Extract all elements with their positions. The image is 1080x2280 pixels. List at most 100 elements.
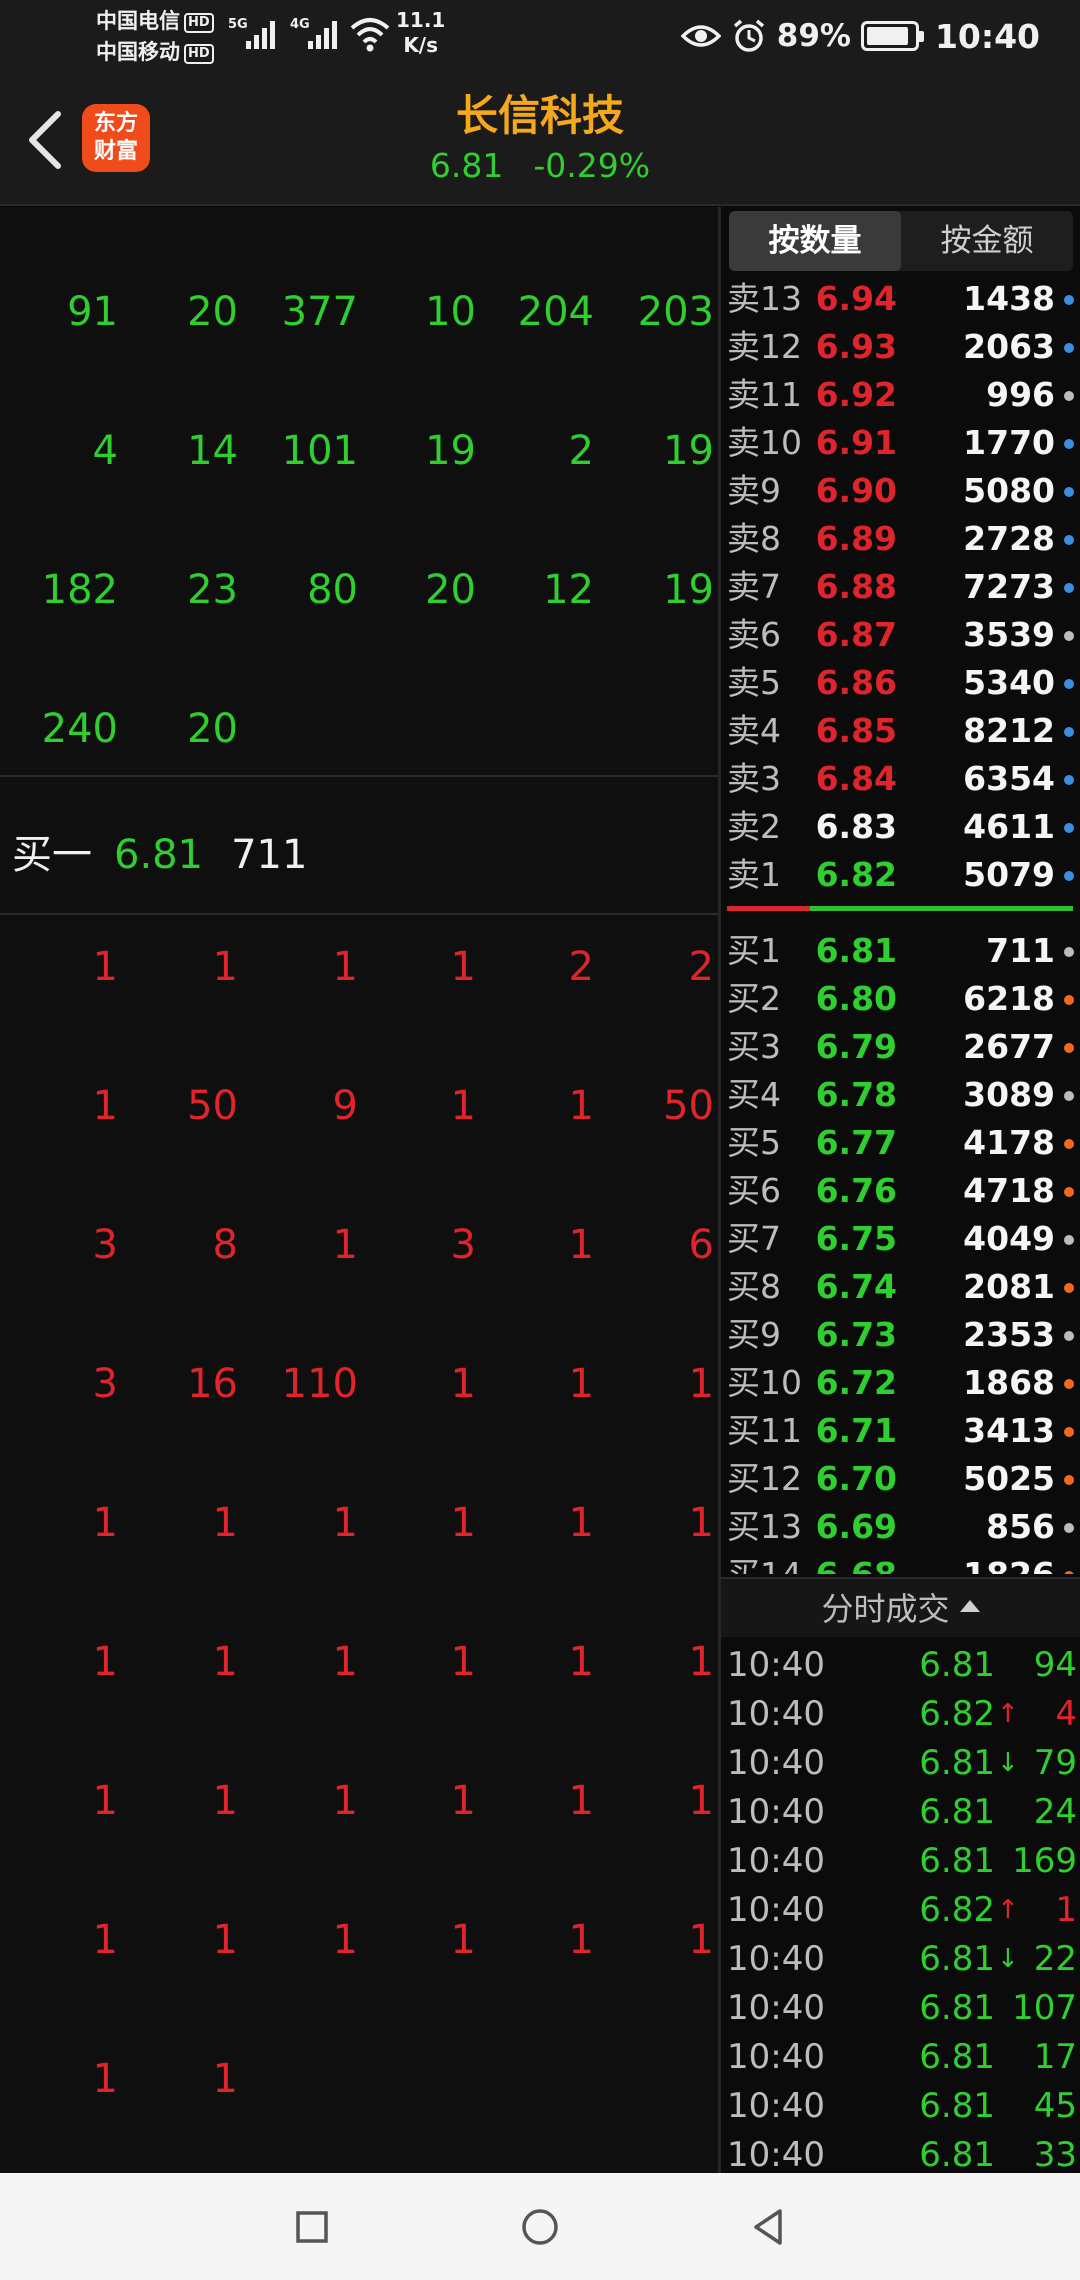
order-dot-icon xyxy=(1064,487,1074,497)
sell-queue-cell: 203 xyxy=(637,289,714,335)
buy-queue-cell: 1 xyxy=(450,1500,476,1546)
buy-queue-cell: 1 xyxy=(92,1083,118,1129)
recents-square-icon[interactable] xyxy=(282,2199,342,2255)
tick-row: 10:40 6.81 ↓ 79 xyxy=(727,1739,1077,1788)
bid-level[interactable]: 买146.681826 xyxy=(727,1551,1077,1574)
ask-level-price: 6.84 xyxy=(815,759,897,798)
tick-price: 6.81 xyxy=(919,1743,995,1783)
buy-queue-cell: 1 xyxy=(92,1917,118,1963)
tab-by-amount[interactable]: 按金额 xyxy=(901,211,1073,271)
ask-level[interactable]: 卖13 6.94 1438 xyxy=(727,275,1077,323)
bid-levels[interactable]: 买1 6.81 711 买2 6.80 6218 买3 6.79 2677 买4 6.78 3089 买… xyxy=(727,927,1077,1574)
tick-trades-header[interactable]: 分时成交 xyxy=(721,1577,1080,1637)
bid-level-label: 买6 xyxy=(727,1171,781,1210)
ask-level-price: 6.85 xyxy=(815,711,897,750)
buy-queue-cell: 3 xyxy=(92,1222,118,1268)
bid-level[interactable]: 买12 6.70 5025 xyxy=(727,1455,1077,1503)
buy-queue-cell: 6 xyxy=(688,1222,714,1268)
sell-queue-cell: 240 xyxy=(41,706,118,752)
buy-queue-grid: 1 1 1 1 2 2 1 50 9 1 1 50 3 8 1 3 1 6 3 16 110 1 1 1 1 1 1 1 1 1 1 1 1 1 1… xyxy=(0,912,718,2163)
ask-level[interactable]: 卖9 6.90 5080 xyxy=(727,467,1077,515)
net-speed-unit: K/s xyxy=(403,33,439,57)
order-dot-icon xyxy=(1064,583,1074,593)
bid-level[interactable]: 买8 6.74 2081 xyxy=(727,1263,1077,1311)
bid-level-volume: 4718 xyxy=(963,1171,1055,1210)
ask-level[interactable]: 卖8 6.89 2728 xyxy=(727,515,1077,563)
tick-time: 10:40 xyxy=(727,1890,825,1930)
bid-level[interactable]: 买6 6.76 4718 xyxy=(727,1167,1077,1215)
ask-level[interactable]: 卖4 6.85 8212 xyxy=(727,707,1077,755)
tick-row: 10:40 6.82 ↑ 4 xyxy=(727,1690,1077,1739)
buy-queue-cell: 1 xyxy=(688,1500,714,1546)
signal-icon xyxy=(308,17,342,49)
bid-level[interactable]: 买1 6.81 711 xyxy=(727,927,1077,975)
sell-queue-cell: 19 xyxy=(663,567,714,613)
tick-row: 10:40 6.81 94 xyxy=(727,1641,1077,1690)
bid-level-price: 6.80 xyxy=(815,979,897,1018)
tab-by-quantity[interactable]: 按数量 xyxy=(729,211,901,271)
buy-queue-cell: 1 xyxy=(568,1222,594,1268)
back-triangle-icon[interactable] xyxy=(738,2199,798,2255)
battery-icon xyxy=(860,21,924,51)
bid-level[interactable]: 买7 6.75 4049 xyxy=(727,1215,1077,1263)
sell-queue-row: 240 20 xyxy=(0,674,718,813)
alarm-icon xyxy=(733,19,764,52)
sell-queue-cell: 12 xyxy=(543,567,594,613)
buy-queue-cell: 1 xyxy=(568,1083,594,1129)
ask-level[interactable]: 卖2 6.83 4611 xyxy=(727,803,1077,851)
bid-level[interactable]: 买11 6.71 3413 xyxy=(727,1407,1077,1455)
home-circle-icon[interactable] xyxy=(510,2199,570,2255)
buy-queue-cell: 1 xyxy=(92,1778,118,1824)
ask-level[interactable]: 卖7 6.88 7273 xyxy=(727,563,1077,611)
buy-queue-cell: 1 xyxy=(688,1639,714,1685)
bid-level[interactable]: 买3 6.79 2677 xyxy=(727,1023,1077,1071)
ask-level[interactable]: 卖12 6.93 2063 xyxy=(727,323,1077,371)
bid-level[interactable]: 买5 6.77 4178 xyxy=(727,1119,1077,1167)
ask-level-label: 卖8 xyxy=(727,519,781,558)
ask-level-volume: 3539 xyxy=(963,615,1055,654)
sell-queue-cell: 20 xyxy=(425,567,476,613)
tick-trades-list[interactable]: 10:40 6.81 94 10:40 6.82 ↑ 4 10:40 6.81 ↓ 79 10:40 6… xyxy=(727,1641,1077,2180)
sell-queue-cell: 14 xyxy=(187,428,238,474)
ask-level[interactable]: 卖11 6.92 996 xyxy=(727,371,1077,419)
ask-level-volume: 5340 xyxy=(963,663,1055,702)
bid1-price: 6.81 xyxy=(114,832,204,878)
buy-queue-cell: 1 xyxy=(450,1083,476,1129)
buy-queue-cell: 1 xyxy=(568,1778,594,1824)
buy-queue-row: 1 1 1 1 1 1 xyxy=(0,1468,718,1607)
bid-level[interactable]: 买13 6.69 856 xyxy=(727,1503,1077,1551)
bid-level[interactable]: 买10 6.72 1868 xyxy=(727,1359,1077,1407)
tick-row: 10:40 6.82 ↑ 1 xyxy=(727,1886,1077,1935)
ask-level-label: 卖9 xyxy=(727,471,781,510)
ask-level[interactable]: 卖3 6.84 6354 xyxy=(727,755,1077,803)
bid-level[interactable]: 买9 6.73 2353 xyxy=(727,1311,1077,1359)
order-dot-icon xyxy=(1064,1283,1074,1293)
order-dot-icon xyxy=(1064,439,1074,449)
ask-level-volume: 7273 xyxy=(963,567,1055,606)
order-queue-panel[interactable]: 91 20 377 10 204 203 4 14 101 19 2 19 182 23 80 20 12 19 2… xyxy=(0,207,718,2173)
ask-level-label: 卖5 xyxy=(727,663,781,702)
buy-queue-cell: 1 xyxy=(688,1778,714,1824)
sell-queue-row: 4 14 101 19 2 19 xyxy=(0,396,718,535)
tick-price: 6.81 xyxy=(919,1939,995,1979)
bid-level[interactable]: 买4 6.78 3089 xyxy=(727,1071,1077,1119)
order-dot-icon xyxy=(1064,1475,1074,1485)
bid1-volume: 711 xyxy=(231,832,308,878)
ask-level[interactable]: 卖6 6.87 3539 xyxy=(727,611,1077,659)
ask-level[interactable]: 卖10 6.91 1770 xyxy=(727,419,1077,467)
tick-time: 10:40 xyxy=(727,1792,825,1832)
order-dot-icon xyxy=(1064,995,1074,1005)
buy-queue-row: 381316 xyxy=(0,1190,718,1329)
ask-level[interactable]: 卖1 6.82 5079 xyxy=(727,851,1077,899)
bid-level-label: 买4 xyxy=(727,1075,781,1114)
tick-time: 10:40 xyxy=(727,1939,825,1979)
tick-time: 10:40 xyxy=(727,1743,825,1783)
order-dot-icon xyxy=(1064,295,1074,305)
bid-level[interactable]: 买2 6.80 6218 xyxy=(727,975,1077,1023)
buy-queue-cell: 1 xyxy=(450,1778,476,1824)
order-dot-icon xyxy=(1064,1571,1074,1574)
tick-volume: 107 xyxy=(1012,1988,1077,2028)
buy-queue-row: 11 xyxy=(0,2024,718,2163)
order-dot-icon xyxy=(1064,679,1074,689)
ask-level[interactable]: 卖5 6.86 5340 xyxy=(727,659,1077,707)
